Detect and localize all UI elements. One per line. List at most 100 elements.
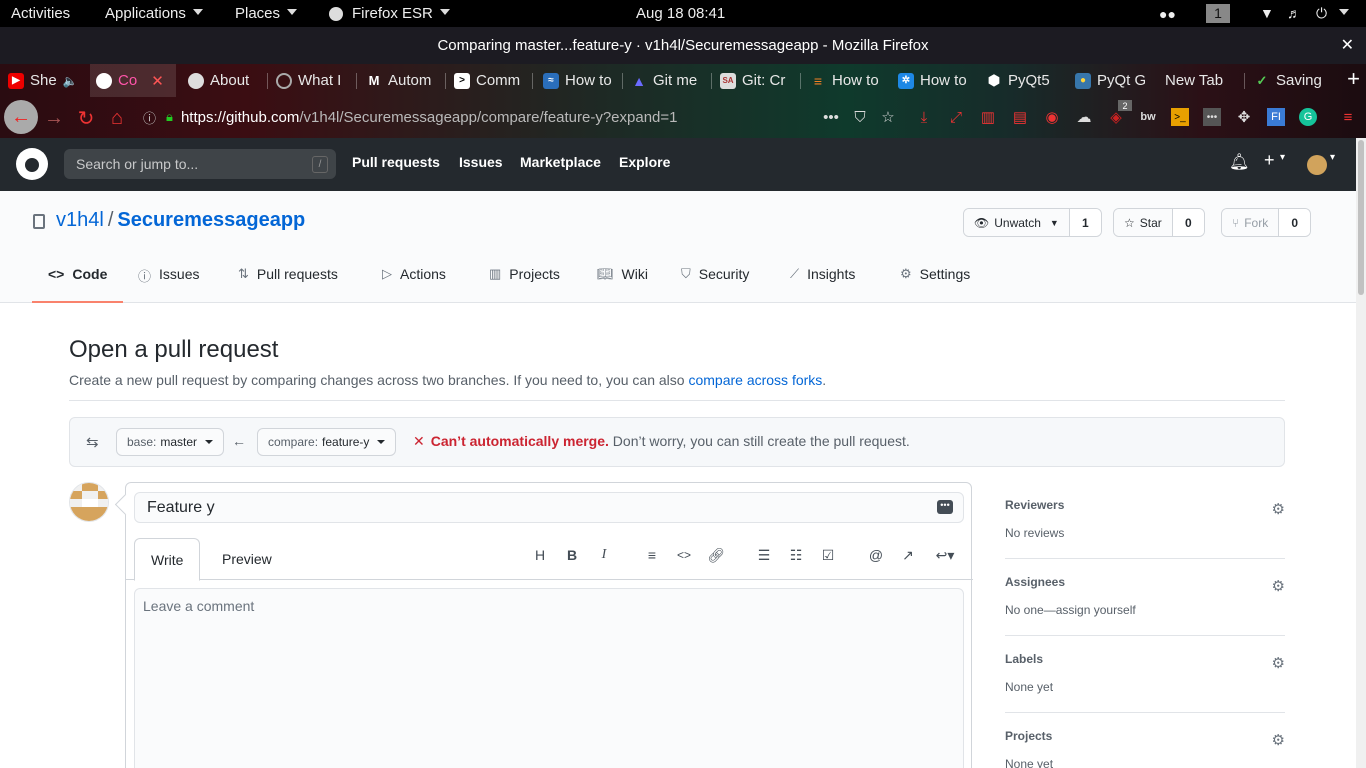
nav-issues[interactable]: Issues xyxy=(459,154,503,170)
browser-tab[interactable]: SA Git: Cr xyxy=(720,64,790,97)
speaker-icon[interactable]: 🔈 xyxy=(63,74,78,88)
nav-marketplace[interactable]: Marketplace xyxy=(520,154,601,170)
fullscreen-icon[interactable]: ⤢ xyxy=(947,108,965,126)
task-list-icon[interactable]: ☑ xyxy=(818,546,838,564)
library-icon[interactable]: ▥ xyxy=(979,108,997,126)
github-logo-icon[interactable] xyxy=(16,148,48,180)
gear-icon[interactable]: ⚙ xyxy=(1272,731,1285,749)
compare-branch-select[interactable]: compare: feature-y xyxy=(257,428,397,456)
back-button[interactable]: ← xyxy=(4,100,38,134)
labels-heading[interactable]: Labels xyxy=(1005,652,1285,666)
grammarly-icon[interactable]: G xyxy=(1299,108,1317,126)
fi-extension-icon[interactable]: FI xyxy=(1267,108,1285,126)
fork-button[interactable]: ⑂ Fork xyxy=(1222,209,1279,236)
browser-tab[interactable]: ✲ How to xyxy=(898,64,968,97)
pr-title-input[interactable]: Feature y ••• xyxy=(134,492,964,523)
people-icon[interactable]: ●● xyxy=(1159,6,1176,22)
power-icon[interactable]: ⏻ xyxy=(1316,5,1327,22)
nav-pull-requests[interactable]: Pull requests xyxy=(352,154,440,170)
browser-tab[interactable]: What I xyxy=(276,64,346,97)
sidebar-icon[interactable]: ▤ xyxy=(1011,108,1029,126)
comment-textarea[interactable]: Leave a comment xyxy=(134,588,964,768)
new-tab-button[interactable]: + xyxy=(1347,68,1360,90)
bookmark-star-icon[interactable]: ☆ xyxy=(879,108,897,126)
compare-across-forks-link[interactable]: compare across forks xyxy=(688,372,822,388)
star-count[interactable]: 0 xyxy=(1171,209,1204,236)
bullet-list-icon[interactable]: ☰ xyxy=(754,546,774,564)
repo-owner-link[interactable]: v1h4l xyxy=(56,209,104,231)
reviewers-heading[interactable]: Reviewers xyxy=(1005,498,1285,512)
fork-count[interactable]: 0 xyxy=(1278,209,1311,236)
chevron-down-icon[interactable]: ▾ xyxy=(1280,152,1285,163)
home-button[interactable]: ⌂ xyxy=(103,104,131,132)
create-new-plus-icon[interactable]: + xyxy=(1264,150,1275,171)
tab-wiki[interactable]: 📖︎ Wiki xyxy=(581,266,664,303)
quote-icon[interactable]: ≡ xyxy=(642,546,662,564)
app-menu[interactable]: Firefox ESR xyxy=(352,5,450,22)
close-window-icon[interactable]: ✕ xyxy=(1341,27,1354,64)
account-icon[interactable]: ◉ xyxy=(1043,108,1061,126)
link-icon[interactable]: 🔗︎ xyxy=(706,546,726,564)
gear-icon[interactable]: ⚙ xyxy=(1272,500,1285,518)
repo-name-link[interactable]: Securemessageapp xyxy=(117,209,305,231)
workspace-indicator[interactable]: 1 xyxy=(1206,4,1230,23)
code-icon[interactable]: <> xyxy=(674,546,694,564)
tab-projects[interactable]: ▥ Projects xyxy=(473,266,576,303)
nav-explore[interactable]: Explore xyxy=(619,154,670,170)
applications-menu[interactable]: Applications xyxy=(105,5,203,22)
tab-write[interactable]: Write xyxy=(134,538,201,581)
author-avatar[interactable] xyxy=(69,482,109,522)
tab-actions[interactable]: ▷ Actions xyxy=(366,266,462,303)
browser-tab[interactable]: ≡ How to xyxy=(810,64,880,97)
clock[interactable]: Aug 18 08:41 xyxy=(636,5,725,22)
compare-arrows-icon[interactable]: ⇆ xyxy=(86,433,99,451)
tab-security[interactable]: ⛉ Security xyxy=(665,266,765,303)
puzzle-extension-icon[interactable]: ✥ xyxy=(1235,108,1253,126)
star-button[interactable]: ☆ Star xyxy=(1114,209,1172,236)
url-bar[interactable]: ⓘ 🔒︎ https://github.com/v1h4l/Securemess… xyxy=(143,103,823,131)
browser-tab[interactable]: About xyxy=(188,64,264,97)
projects-heading[interactable]: Projects xyxy=(1005,729,1285,743)
activities-button[interactable]: Activities xyxy=(11,5,70,22)
browser-tab[interactable]: ✓ Saving xyxy=(1254,64,1324,97)
italic-icon[interactable]: I xyxy=(594,546,614,564)
browser-tab[interactable]: > Comm xyxy=(454,64,524,97)
watch-count[interactable]: 1 xyxy=(1068,209,1101,236)
bw-extension-icon[interactable]: bw xyxy=(1139,108,1157,126)
tab-pull-requests[interactable]: ⇅ Pull requests xyxy=(222,266,354,303)
browser-tab[interactable]: ▶ She 🔈 xyxy=(8,64,90,97)
tab-code[interactable]: <> Code xyxy=(32,266,124,303)
tab-insights[interactable]: ⟋ Insights xyxy=(774,266,871,303)
system-menu-caret-icon[interactable] xyxy=(1332,5,1349,22)
chevron-down-icon[interactable]: ▾ xyxy=(1330,152,1335,163)
scrollbar-thumb[interactable] xyxy=(1358,140,1364,295)
assignees-heading[interactable]: Assignees xyxy=(1005,575,1285,589)
browser-tab-active[interactable]: Co ✕ xyxy=(90,64,176,97)
pocket-icon[interactable]: ⛉ xyxy=(851,108,869,126)
lock-icon[interactable]: 🔒︎ xyxy=(166,109,173,125)
dots-extension-icon[interactable]: ••• xyxy=(1203,108,1221,126)
wifi-icon[interactable]: ▼ xyxy=(1260,5,1274,21)
heading-icon[interactable]: H xyxy=(530,546,550,564)
volume-icon[interactable]: ♬ xyxy=(1287,5,1301,21)
download-icon[interactable]: ⤓ xyxy=(915,108,933,126)
reply-icon[interactable]: ↩▾ xyxy=(930,546,960,564)
browser-tab[interactable]: ● PyQt G xyxy=(1075,64,1145,97)
tab-settings[interactable]: ⚙ Settings xyxy=(884,266,986,303)
extension-cloud-icon[interactable]: ☁ xyxy=(1075,108,1093,126)
bold-icon[interactable]: B xyxy=(562,546,582,564)
base-branch-select[interactable]: base: master xyxy=(116,428,225,456)
browser-tab[interactable]: New Tab xyxy=(1165,64,1235,97)
browser-tab[interactable]: M Autom xyxy=(366,64,436,97)
numbered-list-icon[interactable]: ☷ xyxy=(786,546,806,564)
reload-button[interactable]: ↻ xyxy=(72,104,100,132)
hamburger-menu-icon[interactable]: ≡ xyxy=(1339,108,1357,126)
places-menu[interactable]: Places xyxy=(235,5,297,22)
browser-tab[interactable]: ⬢ PyQt5 xyxy=(986,64,1056,97)
more-dots-icon[interactable]: ••• xyxy=(937,500,953,514)
gear-icon[interactable]: ⚙ xyxy=(1272,654,1285,672)
close-tab-icon[interactable]: ✕ xyxy=(151,72,164,90)
page-actions-icon[interactable]: ••• xyxy=(822,108,840,126)
assignees-value[interactable]: No one—assign yourself xyxy=(1005,603,1285,617)
tab-issues[interactable]: ⓘ Issues xyxy=(122,266,215,303)
